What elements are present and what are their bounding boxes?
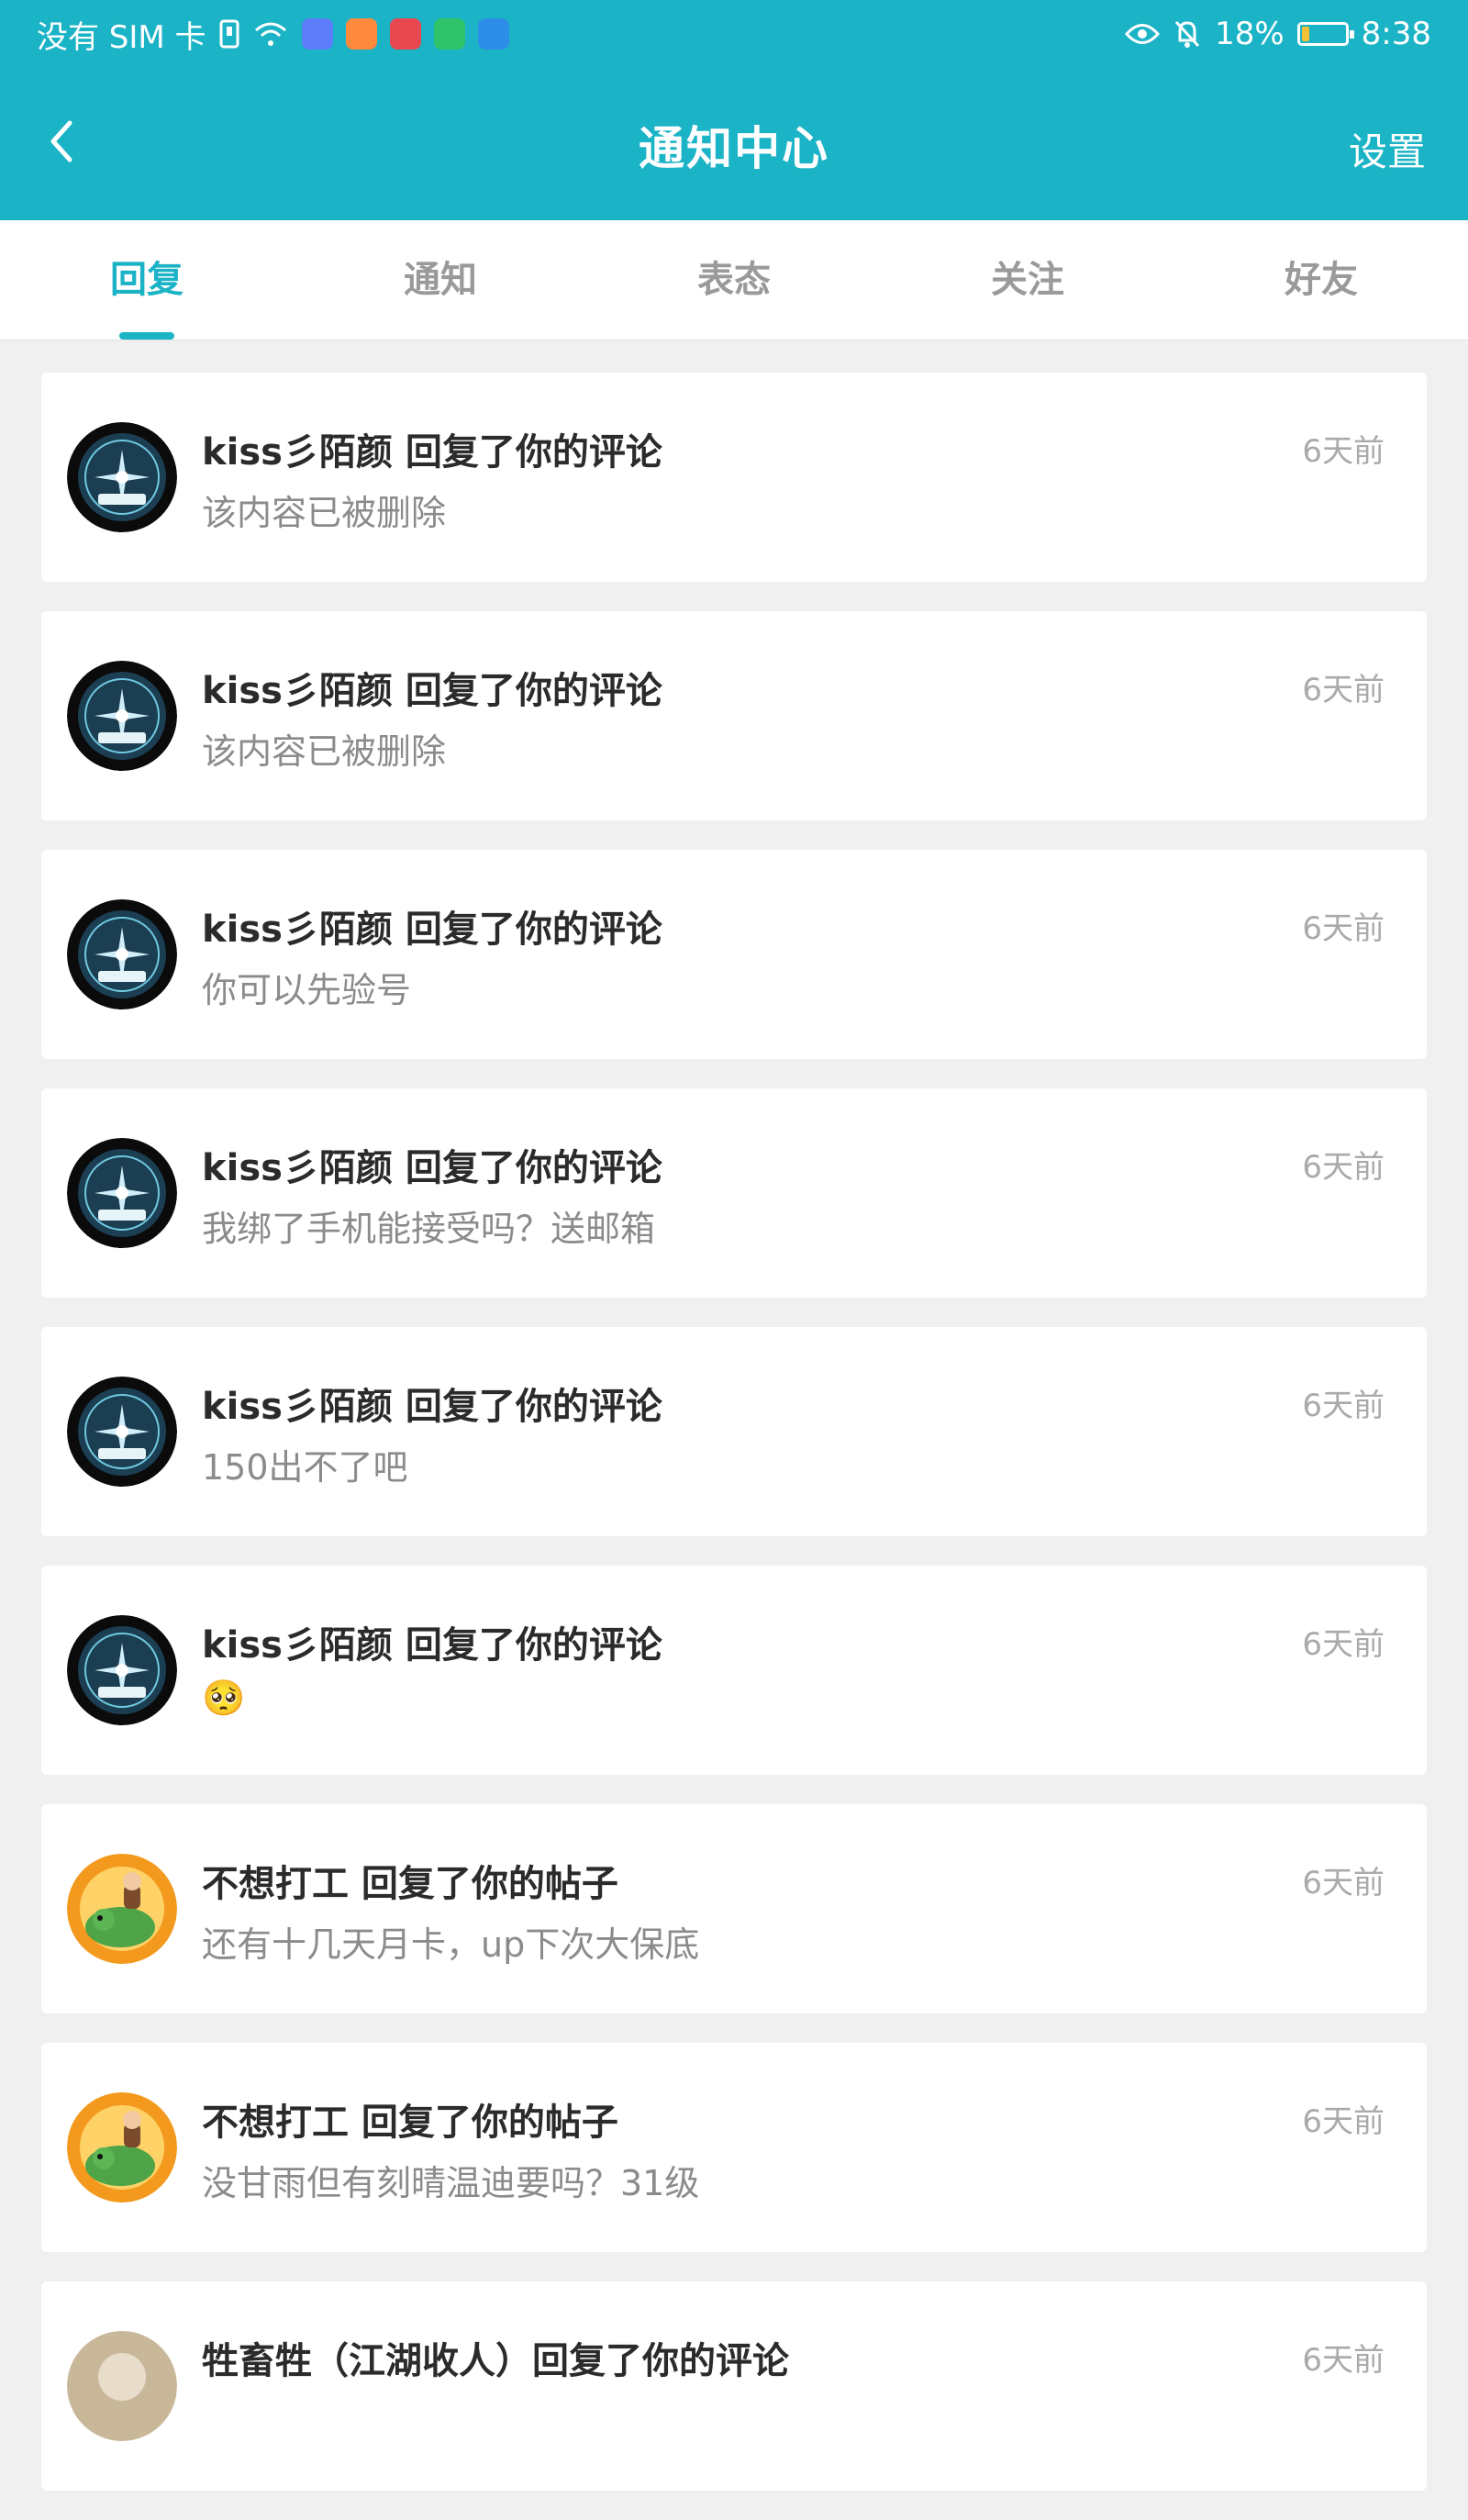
bell-off-icon bbox=[1174, 20, 1200, 48]
notification-content: 没甘雨但有刻晴温迪要吗？31级 bbox=[202, 2163, 700, 2203]
tab-label: 表态 bbox=[697, 259, 771, 301]
notification-time: 6天前 bbox=[1302, 2103, 1385, 2140]
notification-title: kiss彡陌颜 回复了你的评论 bbox=[202, 909, 662, 951]
status-left: 没有 SIM 卡 bbox=[37, 12, 509, 57]
notification-card[interactable]: kiss彡陌颜 回复了你的评论 你可以先验号 6天前 bbox=[41, 850, 1427, 1059]
tab-reply[interactable]: 回复 bbox=[0, 220, 294, 340]
app-header: 通知中心 设置 bbox=[0, 68, 1468, 220]
dragon-avatar[interactable] bbox=[67, 2092, 177, 2202]
notification-title: kiss彡陌颜 回复了你的评论 bbox=[202, 1386, 662, 1428]
notification-card[interactable]: kiss彡陌颜 回复了你的评论 150出不了吧 6天前 bbox=[41, 1327, 1427, 1536]
notification-title: kiss彡陌颜 回复了你的评论 bbox=[202, 1147, 662, 1189]
settings-button[interactable]: 设置 bbox=[1349, 121, 1426, 177]
notification-time: 6天前 bbox=[1302, 1388, 1385, 1424]
video-app-icon bbox=[345, 18, 377, 50]
notification-title: 不想打工 回复了你的帖子 bbox=[202, 2102, 618, 2144]
notification-card[interactable]: kiss彡陌颜 回复了你的评论 该内容已被删除 6天前 bbox=[41, 611, 1427, 820]
status-right: 18% 8:38 bbox=[1125, 16, 1431, 52]
notification-time: 6天前 bbox=[1302, 2342, 1385, 2379]
notification-content: 你可以先验号 bbox=[202, 970, 412, 1010]
battery-icon bbox=[1296, 22, 1354, 46]
notification-content: 150出不了吧 bbox=[202, 1447, 408, 1488]
notification-card[interactable]: kiss彡陌颜 回复了你的评论 该内容已被删除 6天前 bbox=[41, 373, 1427, 582]
chat-app-icon bbox=[433, 18, 465, 50]
notification-time: 6天前 bbox=[1302, 1149, 1385, 1186]
notification-card[interactable]: 不想打工 回复了你的帖子没甘雨但有刻晴温迪要吗？31级 6天前 bbox=[41, 2043, 1427, 2252]
notification-title: kiss彡陌颜 回复了你的评论 bbox=[202, 431, 662, 474]
notification-card[interactable]: 不想打工 回复了你的帖子还有十几天月卡，up下次大保底 6天前 bbox=[41, 1804, 1427, 2013]
compass-avatar[interactable] bbox=[67, 1377, 177, 1487]
notification-time: 6天前 bbox=[1302, 1865, 1385, 1901]
tab-friends[interactable]: 好友 bbox=[1174, 220, 1468, 340]
notification-content: 我绑了手机能接受吗？送邮箱 bbox=[202, 1209, 656, 1249]
music-app-icon bbox=[301, 18, 333, 50]
battery-percent: 18% bbox=[1215, 16, 1284, 52]
compass-avatar[interactable] bbox=[67, 1615, 177, 1725]
notification-title: kiss彡陌颜 回复了你的评论 bbox=[202, 670, 662, 712]
notification-title: kiss彡陌颜 回复了你的评论 bbox=[202, 1624, 662, 1667]
notification-card[interactable]: kiss彡陌颜 回复了你的评论 我绑了手机能接受吗？送邮箱 6天前 bbox=[41, 1088, 1427, 1298]
browser-app-icon bbox=[477, 18, 509, 50]
notification-time: 6天前 bbox=[1302, 433, 1385, 470]
notification-title: 不想打工 回复了你的帖子 bbox=[202, 1863, 618, 1905]
notification-content: 🥺 bbox=[202, 1678, 246, 1718]
notification-time: 6天前 bbox=[1302, 910, 1385, 947]
tab-notice[interactable]: 通知 bbox=[294, 220, 587, 340]
notification-time: 6天前 bbox=[1302, 1626, 1385, 1663]
compass-avatar[interactable] bbox=[67, 422, 177, 532]
notification-title: 牲畜牲（江湖收人）回复了你的评论 bbox=[202, 2340, 789, 2382]
tab-reaction[interactable]: 表态 bbox=[587, 220, 881, 340]
tab-label: 好友 bbox=[1284, 259, 1358, 301]
compass-avatar[interactable] bbox=[67, 1138, 177, 1248]
notification-card[interactable]: 牲畜牲（江湖收人）回复了你的评论 6天前 bbox=[41, 2281, 1427, 2491]
tab-bar: 回复 通知 表态 关注 好友 bbox=[0, 220, 1468, 340]
notification-content: 该内容已被删除 bbox=[202, 493, 447, 533]
notification-content: 该内容已被删除 bbox=[202, 731, 447, 772]
tab-active-indicator bbox=[119, 332, 174, 340]
battery-fill bbox=[1301, 27, 1309, 41]
clock: 8:38 bbox=[1361, 16, 1431, 52]
tab-label: 回复 bbox=[110, 259, 184, 301]
carrier-text: 没有 SIM 卡 bbox=[37, 18, 206, 56]
book-app-icon bbox=[389, 18, 421, 50]
dragon-avatar[interactable] bbox=[67, 1854, 177, 1964]
notification-time: 6天前 bbox=[1302, 672, 1385, 708]
notification-card[interactable]: kiss彡陌颜 回复了你的评论 🥺 6天前 bbox=[41, 1566, 1427, 1775]
status-bar: 没有 SIM 卡 18% 8:38 bbox=[0, 0, 1468, 68]
compass-avatar[interactable] bbox=[67, 899, 177, 1009]
tab-label: 通知 bbox=[404, 259, 477, 301]
tab-label: 关注 bbox=[991, 259, 1064, 301]
notification-list: kiss彡陌颜 回复了你的评论 该内容已被删除 6天前 kiss彡陌颜 回复了你的评论… bbox=[41, 373, 1427, 2520]
tab-follow[interactable]: 关注 bbox=[881, 220, 1174, 340]
notification-content: 还有十几天月卡，up下次大保底 bbox=[202, 1924, 700, 1965]
page-title: 通知中心 bbox=[639, 122, 829, 175]
eye-icon bbox=[1125, 24, 1161, 44]
sim-icon bbox=[219, 19, 239, 49]
misc-avatar[interactable] bbox=[67, 2331, 177, 2441]
compass-avatar[interactable] bbox=[67, 661, 177, 771]
wifi-icon bbox=[254, 22, 286, 46]
